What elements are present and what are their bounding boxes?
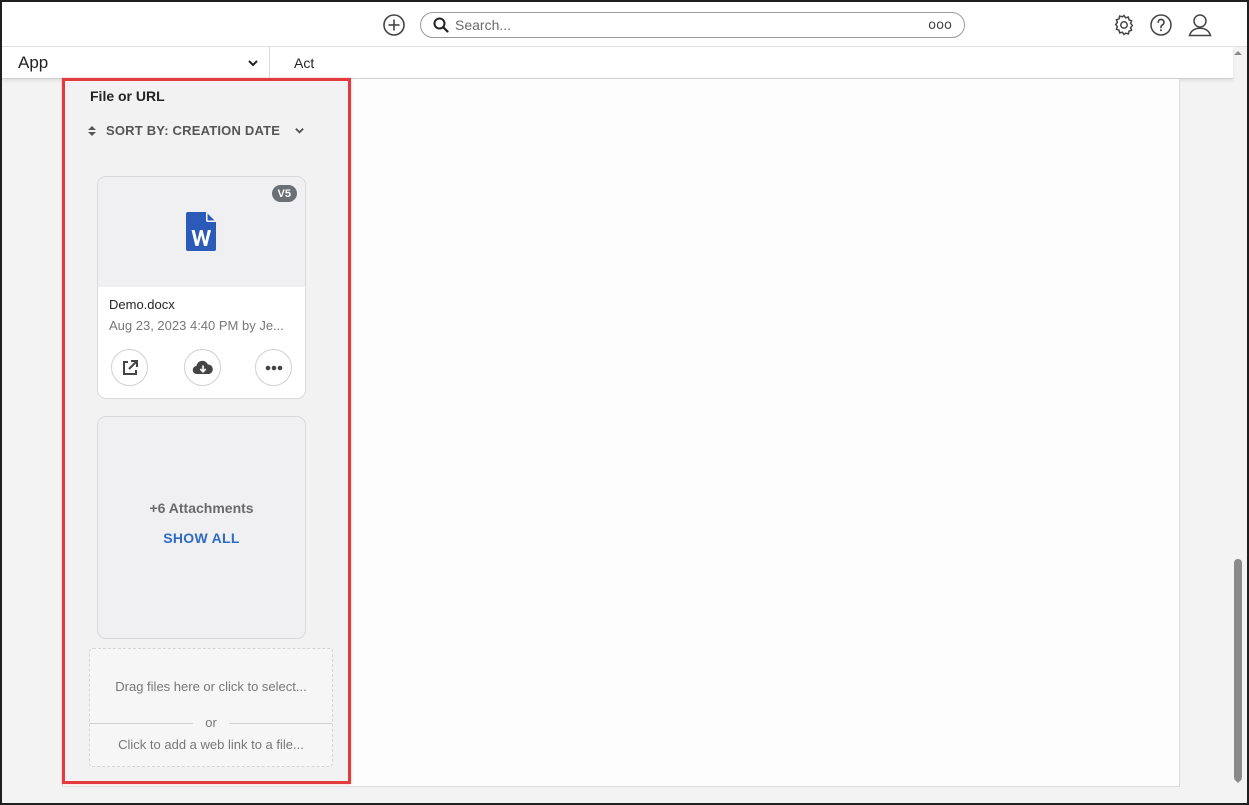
cloud-download-icon: [192, 360, 213, 374]
user-menu-button[interactable]: [1187, 12, 1213, 38]
more-horizontal-icon: [265, 365, 282, 370]
app-window: ooo App: [0, 0, 1249, 805]
open-external-button[interactable]: [111, 349, 148, 386]
attachment-meta: Aug 23, 2023 4:40 PM by Je...: [109, 318, 284, 333]
file-drop-zone[interactable]: Drag files here or click to select... or…: [89, 648, 333, 767]
search-options-button[interactable]: ooo: [928, 18, 952, 33]
chevron-down-icon: [247, 56, 259, 74]
chevron-down-icon: [294, 125, 305, 136]
app-selector[interactable]: App: [2, 47, 270, 79]
scroll-down-arrow-icon[interactable]: [1234, 777, 1242, 785]
drag-files-prompt[interactable]: Drag files here or click to select...: [90, 679, 332, 694]
attachments-panel-highlight: File or URL SORT BY: CREATION DATE V5 De…: [62, 78, 351, 784]
divider: [229, 723, 332, 724]
question-circle-icon: [1150, 14, 1172, 36]
attachment-preview[interactable]: V5: [98, 177, 305, 287]
search-input[interactable]: [455, 17, 895, 33]
app-subbar: App Act: [2, 47, 1233, 79]
sort-label: SORT BY: CREATION DATE: [106, 123, 281, 138]
top-navigation-bar: ooo: [2, 2, 1247, 47]
help-button[interactable]: [1148, 12, 1174, 38]
field-title: File or URL: [90, 88, 165, 104]
add-button[interactable]: [381, 12, 407, 38]
attachment-file-name[interactable]: Demo.docx: [109, 297, 175, 312]
attachments-count: +6 Attachments: [149, 500, 254, 516]
more-attachments-card: +6 Attachments SHOW ALL: [97, 416, 306, 639]
word-document-icon: [186, 212, 216, 251]
gear-icon: [1114, 14, 1134, 36]
app-selector-label: App: [18, 53, 49, 72]
open-external-icon: [122, 359, 138, 375]
version-badge: V5: [271, 185, 297, 202]
more-actions-button[interactable]: [255, 349, 292, 386]
plus-circle-icon: [383, 14, 405, 36]
global-search[interactable]: ooo: [420, 12, 965, 38]
scrollbar-thumb[interactable]: [1234, 559, 1242, 781]
scroll-up-arrow-icon[interactable]: [1234, 49, 1242, 57]
download-button[interactable]: [184, 349, 221, 386]
attachment-card[interactable]: V5 Demo.docx Aug 23, 2023 4:40 PM by Je.…: [97, 176, 306, 399]
tab-act[interactable]: Act: [294, 55, 314, 71]
sort-selector[interactable]: SORT BY: CREATION DATE: [88, 123, 305, 138]
user-icon: [1188, 14, 1212, 37]
page-scrollbar[interactable]: [1231, 47, 1245, 787]
add-web-link-prompt[interactable]: Click to add a web link to a file...: [90, 737, 332, 752]
settings-button[interactable]: [1111, 12, 1137, 38]
show-all-button[interactable]: SHOW ALL: [98, 530, 305, 546]
search-icon: [433, 16, 451, 34]
sort-icon: [88, 125, 96, 136]
